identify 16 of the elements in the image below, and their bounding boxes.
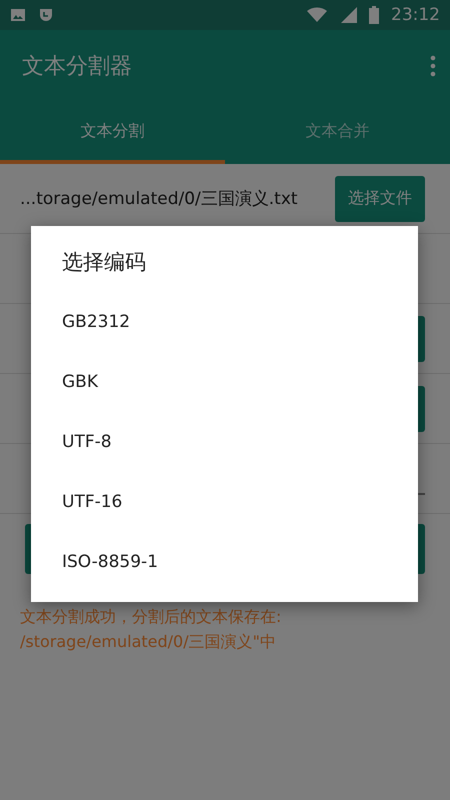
clock-time: 23:12 (391, 5, 440, 25)
overflow-menu-icon[interactable] (430, 55, 436, 77)
signal-icon (341, 7, 357, 23)
image-icon (10, 7, 26, 23)
encoding-option[interactable]: GB2312 (31, 292, 418, 352)
wifi-icon (307, 7, 329, 23)
encoding-option[interactable]: GBK (31, 352, 418, 412)
app-title: 文本分割器 (22, 53, 133, 81)
battery-icon (369, 6, 379, 24)
app-notification-icon (38, 7, 54, 23)
encoding-option[interactable]: UTF-8 (31, 412, 418, 472)
encoding-option[interactable]: UTF-16 (31, 472, 418, 532)
result-message: 文本分割成功，分割后的文本保存在: /storage/emulated/0/三国演义"中 (20, 606, 282, 653)
encoding-option[interactable]: ISO-8859-1 (31, 532, 418, 592)
file-path: ...torage/emulated/0/三国演义.txt (20, 188, 299, 210)
dialog-title: 选择编码 (61, 249, 147, 276)
